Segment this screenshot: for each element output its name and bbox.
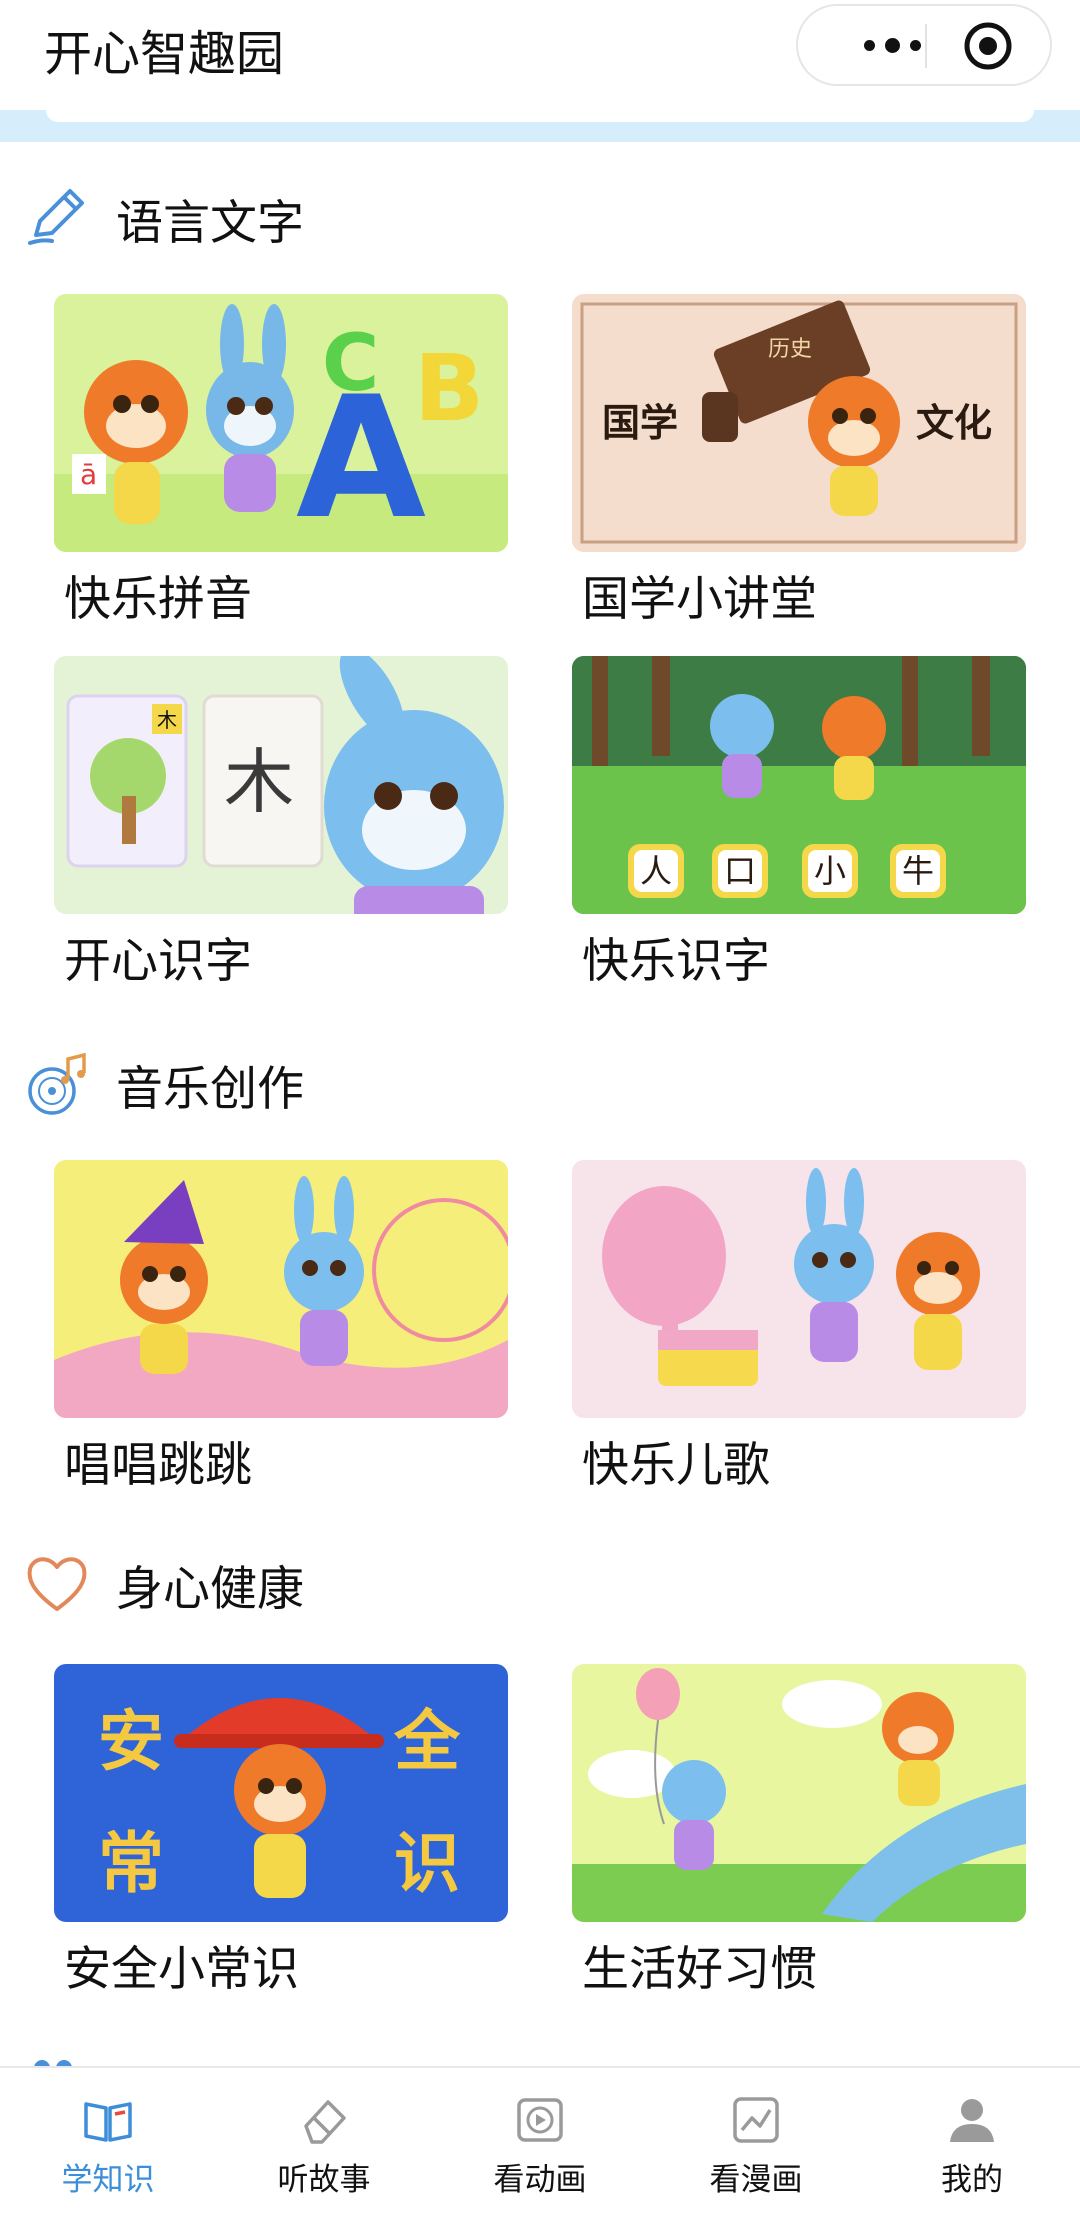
svg-text:口: 口 — [724, 852, 756, 890]
image-chart-icon — [733, 2097, 779, 2143]
tab-stories[interactable]: 听故事 — [216, 2068, 432, 2219]
card-safety-tips[interactable]: 安 全 常 识 安全小常识 — [54, 1664, 508, 2000]
heart-icon — [27, 1557, 87, 1611]
card-thumbnail: 人 口 小 牛 — [572, 656, 1026, 914]
svg-text:木: 木 — [157, 708, 177, 732]
svg-text:小: 小 — [814, 852, 846, 890]
section-header-music: 音乐创作 — [22, 1044, 304, 1124]
card-label: 开心识字 — [64, 934, 252, 989]
card-good-habits[interactable]: 生活好习惯 — [572, 1664, 1026, 2000]
card-happy-pinyin[interactable]: ā A B C 快乐拼音 — [54, 294, 508, 630]
card-happy-songs[interactable]: 快乐儿歌 — [572, 1160, 1026, 1496]
tab-comics[interactable]: 看漫画 — [648, 2068, 864, 2219]
card-sing-dance[interactable]: 唱唱跳跳 — [54, 1160, 508, 1496]
card-label: 快乐识字 — [582, 934, 770, 989]
svg-text:识: 识 — [394, 1825, 460, 1902]
svg-text:木: 木 — [224, 741, 294, 823]
tab-label: 我的 — [941, 2162, 1003, 2198]
video-play-icon — [517, 2098, 563, 2142]
svg-text:常: 常 — [98, 1825, 164, 1902]
card-label: 快乐儿歌 — [582, 1438, 770, 1493]
card-thumbnail: 国学 文化 历史 — [572, 294, 1026, 552]
svg-text:全: 全 — [393, 1703, 461, 1780]
section-title: 语言文字 — [116, 195, 304, 251]
svg-text:历史: 历史 — [768, 337, 812, 362]
card-thumbnail: 木 木 — [54, 656, 508, 914]
card-label: 生活好习惯 — [582, 1942, 817, 1997]
user-icon — [950, 2099, 994, 2142]
card-thumbnail — [572, 1160, 1026, 1418]
card-thumbnail — [54, 1160, 508, 1418]
card-fun-literacy[interactable]: 人 口 小 牛 快乐识字 — [572, 656, 1026, 992]
svg-text:安: 安 — [98, 1703, 164, 1780]
card-guoxue-class[interactable]: 国学 文化 历史 国学小讲堂 — [572, 294, 1026, 630]
music-disc-icon — [28, 1052, 86, 1115]
bottom-tab-bar: 学知识 听故事 看动画 看漫画 我的 — [0, 2066, 1080, 2217]
svg-text:国学: 国学 — [602, 400, 678, 445]
eraser-icon — [304, 2100, 346, 2144]
tab-label: 学知识 — [61, 2162, 155, 2198]
close-miniprogram-icon[interactable] — [963, 21, 1013, 71]
tab-learn[interactable]: 学知识 — [0, 2068, 216, 2219]
svg-text:牛: 牛 — [902, 852, 934, 890]
tab-label: 听故事 — [277, 2162, 371, 2198]
card-thumbnail — [572, 1664, 1026, 1922]
tab-animation[interactable]: 看动画 — [432, 2068, 648, 2219]
section-title: 身心健康 — [116, 1561, 304, 1617]
section-title: 音乐创作 — [116, 1061, 304, 1117]
card-thumbnail: 安 全 常 识 — [54, 1664, 508, 1922]
pencil-icon — [28, 189, 84, 245]
card-label: 唱唱跳跳 — [64, 1438, 252, 1493]
top-bar: 开心智趣园 — [0, 0, 1080, 110]
svg-text:C: C — [322, 319, 379, 409]
tab-label: 看动画 — [493, 2162, 587, 2198]
capsule-divider — [925, 24, 927, 68]
book-icon — [84, 2102, 132, 2142]
section-header-health: 身心健康 — [22, 1544, 304, 1624]
banner-edge — [0, 110, 1080, 142]
svg-text:人: 人 — [640, 852, 672, 890]
card-happy-literacy[interactable]: 木 木 开心识字 — [54, 656, 508, 992]
card-label: 安全小常识 — [64, 1942, 299, 1997]
card-label: 国学小讲堂 — [582, 572, 817, 627]
miniprogram-capsule — [796, 4, 1052, 86]
card-label: 快乐拼音 — [64, 572, 252, 627]
svg-text:文化: 文化 — [916, 400, 992, 445]
more-menu-button[interactable] — [832, 6, 952, 84]
tab-mine[interactable]: 我的 — [864, 2068, 1080, 2219]
app-title: 开心智趣园 — [44, 26, 285, 82]
thumb-text-a: ā — [80, 458, 97, 491]
svg-text:B: B — [414, 335, 484, 442]
card-thumbnail: ā A B C — [54, 294, 508, 552]
tab-label: 看漫画 — [709, 2162, 803, 2198]
section-header-language: 语言文字 — [22, 178, 304, 258]
